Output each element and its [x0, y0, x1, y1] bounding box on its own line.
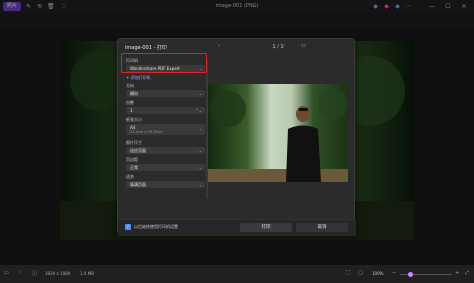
checkbox-checked-icon[interactable]: ✓ [125, 224, 131, 230]
copies-value: 1 [130, 108, 133, 113]
next-page-icon[interactable]: › [283, 43, 291, 49]
settings-checkbox-label: 以后始终使用打印机设置 [134, 224, 178, 229]
chevron-down-icon: ⌄ [198, 182, 202, 187]
photo-size-value: 适应页面 [130, 148, 146, 153]
chevron-down-icon: ⌄ [198, 165, 202, 170]
paper-size-select[interactable]: A4 21.0cm x 29.70cm ⌄ [126, 124, 205, 135]
preview-image [208, 84, 348, 182]
print-dialog: image-001 - 打印 打印机 Wondershare PDF Exper… [117, 38, 356, 236]
image-dimensions: 1920 x 1080 [45, 271, 71, 276]
orientation-select[interactable]: 横向 ⌄ [126, 90, 205, 97]
copies-label: 份数 [126, 100, 134, 105]
printer-highlight [121, 53, 207, 73]
cancel-button[interactable]: 取消 [296, 223, 348, 232]
file-size: 1.4 MB [80, 271, 94, 276]
copies-stepper[interactable]: 1 ⌃⌄ [126, 107, 205, 114]
photo-size-label: 照片尺寸 [126, 140, 142, 145]
zoom-out-icon[interactable]: − [392, 270, 396, 276]
dialog-title: image-001 - 打印 [125, 45, 167, 51]
page-margins-value: 正常 [130, 165, 138, 170]
zoom-in-icon[interactable]: + [455, 270, 459, 276]
page-margins-select[interactable]: 正常 ⌄ [126, 164, 205, 171]
fit-select[interactable]: 填满页面 ⌄ [126, 181, 205, 188]
fullscreen-icon[interactable]: ▭ [301, 43, 309, 49]
photo-size-select[interactable]: 适应页面 ⌄ [126, 147, 205, 154]
fit-view-icon[interactable]: ⛶ [346, 270, 350, 276]
print-preview [208, 84, 348, 182]
info-icon[interactable]: ⓘ [32, 270, 37, 277]
chevron-down-icon: ⌄ [198, 91, 202, 96]
preview-art [208, 89, 348, 182]
page-margins-label: 页边距 [126, 157, 138, 162]
print-button[interactable]: 打印 [240, 223, 292, 232]
chevron-down-icon: ⌄ [198, 126, 202, 131]
prev-page-icon[interactable]: ‹ [218, 43, 226, 49]
actual-size-icon[interactable]: ▢ [358, 270, 363, 276]
filmstrip-icon[interactable]: ▭ [4, 270, 9, 276]
chevron-down-icon: ⌄ [198, 148, 202, 153]
fit-value: 填满页面 [130, 182, 146, 187]
orientation-label: 方向 [126, 83, 134, 88]
settings-panel: 打印机 Wondershare PDF Expert ⌄ + 添加打印机 方向 … [118, 57, 208, 211]
stepper-icon: ⌃⌄ [195, 108, 202, 113]
paper-size-detail: 21.0cm x 29.70cm [130, 130, 163, 134]
orientation-value: 横向 [130, 91, 138, 96]
paper-size-label: 纸张大小 [126, 117, 142, 122]
zoom-slider-thumb[interactable] [408, 272, 413, 277]
fit-label: 适合 [126, 174, 134, 179]
add-printer-link[interactable]: + 添加打印机 [126, 75, 151, 81]
page-indicator: 1 / 1 [272, 44, 284, 50]
fullscreen-view-icon[interactable]: ⤢ [465, 270, 469, 276]
zoom-level[interactable]: 100% [372, 271, 383, 276]
favorite-status-icon[interactable]: ♡ [18, 270, 22, 276]
